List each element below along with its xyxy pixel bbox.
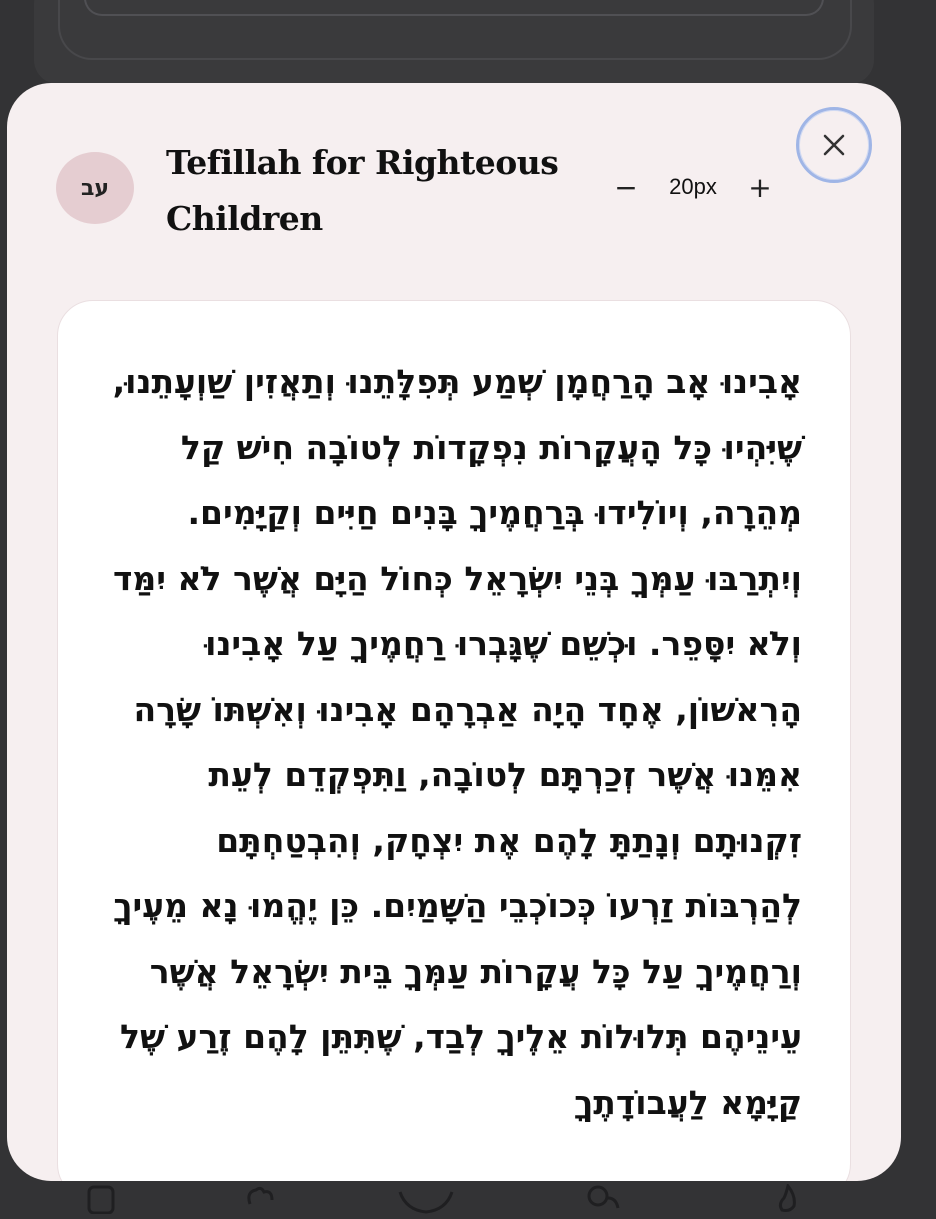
font-size-controls: − 20px + [607,169,779,205]
heart-hands-icon[interactable] [244,1184,278,1219]
language-badge[interactable]: עב [56,152,134,224]
decrease-font-button[interactable]: − [607,169,645,205]
heart-icon[interactable] [396,1184,456,1219]
user-group-icon[interactable] [584,1184,620,1219]
prayer-text: אָבִינוּ אָב הָרַחֲמָן שְׁמַע תְּפִלָּתֵ… [112,362,802,1122]
increase-font-button[interactable]: + [741,169,779,205]
prayer-text-card: אָבִינוּ אָב הָרַחֲמָן שְׁמַע תְּפִלָּתֵ… [57,300,851,1181]
modal-title: Tefillah for Righteous Children [166,143,559,238]
flame-icon[interactable] [774,1182,804,1219]
font-size-value: 20px [669,174,717,199]
prayer-modal: עב Tefillah for Righteous Children − 20p… [7,83,901,1181]
background-card-inner-2 [84,0,824,16]
background-card [34,0,874,84]
close-icon [823,134,845,156]
close-button[interactable] [796,107,872,183]
bookmark-icon[interactable] [86,1184,116,1219]
